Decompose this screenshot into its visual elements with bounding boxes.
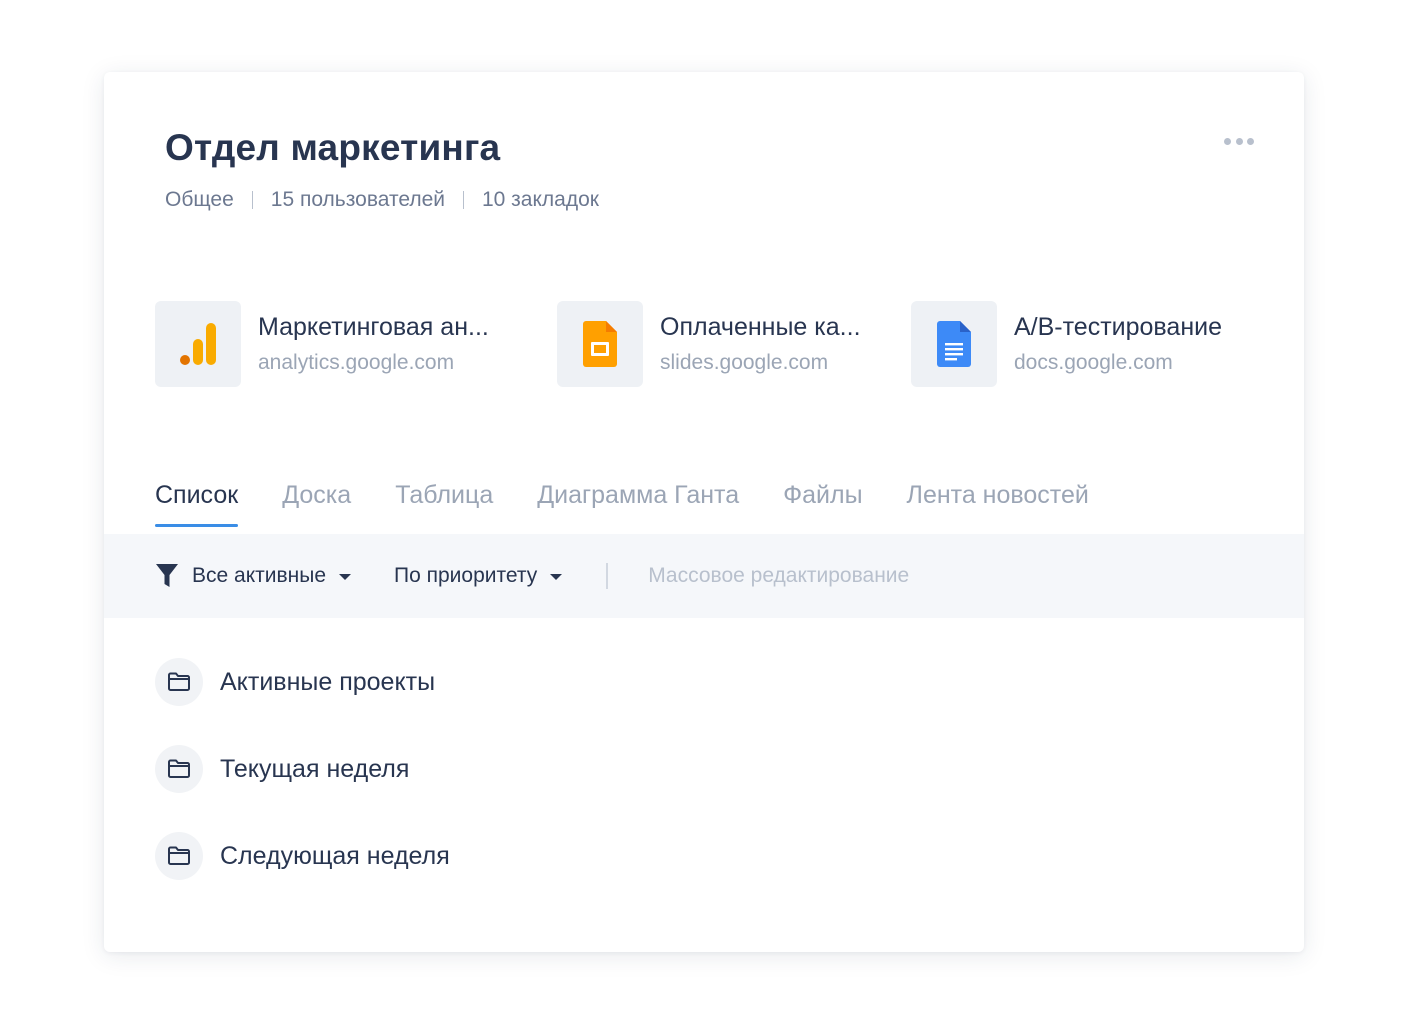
- folder-icon: [168, 846, 190, 865]
- chevron-down-icon: [550, 574, 563, 580]
- bookmark-analytics[interactable]: Маркетинговая ан... analytics.google.com: [155, 301, 489, 387]
- meta-divider: [251, 191, 253, 209]
- folder-icon: [168, 672, 190, 691]
- sort-dropdown[interactable]: По приоритету: [394, 564, 563, 588]
- list-item[interactable]: Активные проекты: [155, 658, 435, 706]
- list-toolbar: Все активные По приоритету Массовое реда…: [104, 534, 1304, 618]
- meta-users-count[interactable]: 15 пользователей: [271, 188, 445, 212]
- list-item-label: Активные проекты: [220, 667, 436, 696]
- dot-icon: [1247, 137, 1254, 145]
- tab-table[interactable]: Таблица: [395, 479, 493, 527]
- dot-icon: [1235, 137, 1243, 145]
- bookmark-url: docs.google.com: [1014, 351, 1173, 374]
- google-docs-icon: [937, 321, 971, 367]
- tab-gantt[interactable]: Диаграмма Ганта: [537, 479, 739, 527]
- chevron-down-icon: [339, 574, 351, 580]
- bookmark-slides[interactable]: Оплаченные ка... slides.google.com: [557, 301, 861, 387]
- list-item-label: Следующая неделя: [220, 841, 450, 870]
- view-tabs: Список Доска Таблица Диаграмма Ганта Фай…: [155, 479, 1133, 527]
- bookmark-url: slides.google.com: [660, 351, 829, 374]
- bookmark-title: A/B-тестирование: [1014, 313, 1222, 341]
- workspace-card: Отдел маркетинга Общее 15 пользователей …: [104, 72, 1304, 952]
- folder-icon: [168, 759, 190, 778]
- toolbar-divider: [606, 563, 609, 589]
- filter-icon: [156, 564, 178, 587]
- bookmark-icon-tile: [557, 301, 643, 387]
- tab-list[interactable]: Список: [155, 479, 239, 527]
- bookmark-url: analytics.google.com: [258, 351, 455, 374]
- tab-news-feed[interactable]: Лента новостей: [907, 479, 1089, 527]
- bookmark-text: Маркетинговая ан... analytics.google.com: [258, 311, 489, 377]
- google-slides-icon: [583, 321, 617, 367]
- tab-board[interactable]: Доска: [282, 479, 351, 527]
- bulk-edit-button[interactable]: Массовое редактирование: [648, 564, 909, 588]
- bookmark-icon-tile: [155, 301, 241, 387]
- meta-category: Общее: [165, 188, 234, 211]
- folder-icon-circle: [155, 745, 203, 793]
- sort-label: По приоритету: [394, 564, 538, 587]
- filter-dropdown[interactable]: Все активные: [155, 563, 351, 589]
- list-item[interactable]: Текущая неделя: [155, 745, 409, 793]
- list-item-label: Текущая неделя: [220, 754, 410, 783]
- folder-icon-circle: [155, 658, 203, 706]
- filter-label: Все активные: [192, 564, 326, 587]
- meta-bookmarks-count[interactable]: 10 закладок: [482, 188, 599, 212]
- meta-divider: [462, 191, 464, 209]
- bookmark-title: Оплаченные ка...: [660, 313, 861, 341]
- bookmark-text: A/B-тестирование docs.google.com: [1014, 311, 1222, 377]
- bookmark-icon-tile: [911, 301, 997, 387]
- bookmark-docs[interactable]: A/B-тестирование docs.google.com: [911, 301, 1222, 387]
- bookmark-text: Оплаченные ка... slides.google.com: [660, 311, 861, 377]
- page-title: Отдел маркетинга: [165, 127, 501, 168]
- folder-icon-circle: [155, 832, 203, 880]
- workspace-meta: Общее 15 пользователей 10 закладок: [165, 188, 599, 212]
- more-options-button[interactable]: [1224, 134, 1254, 148]
- google-analytics-icon: [180, 323, 216, 365]
- tab-files[interactable]: Файлы: [783, 479, 862, 527]
- bookmark-title: Маркетинговая ан...: [258, 313, 489, 341]
- dot-icon: [1224, 137, 1231, 145]
- list-item[interactable]: Следующая неделя: [155, 832, 450, 880]
